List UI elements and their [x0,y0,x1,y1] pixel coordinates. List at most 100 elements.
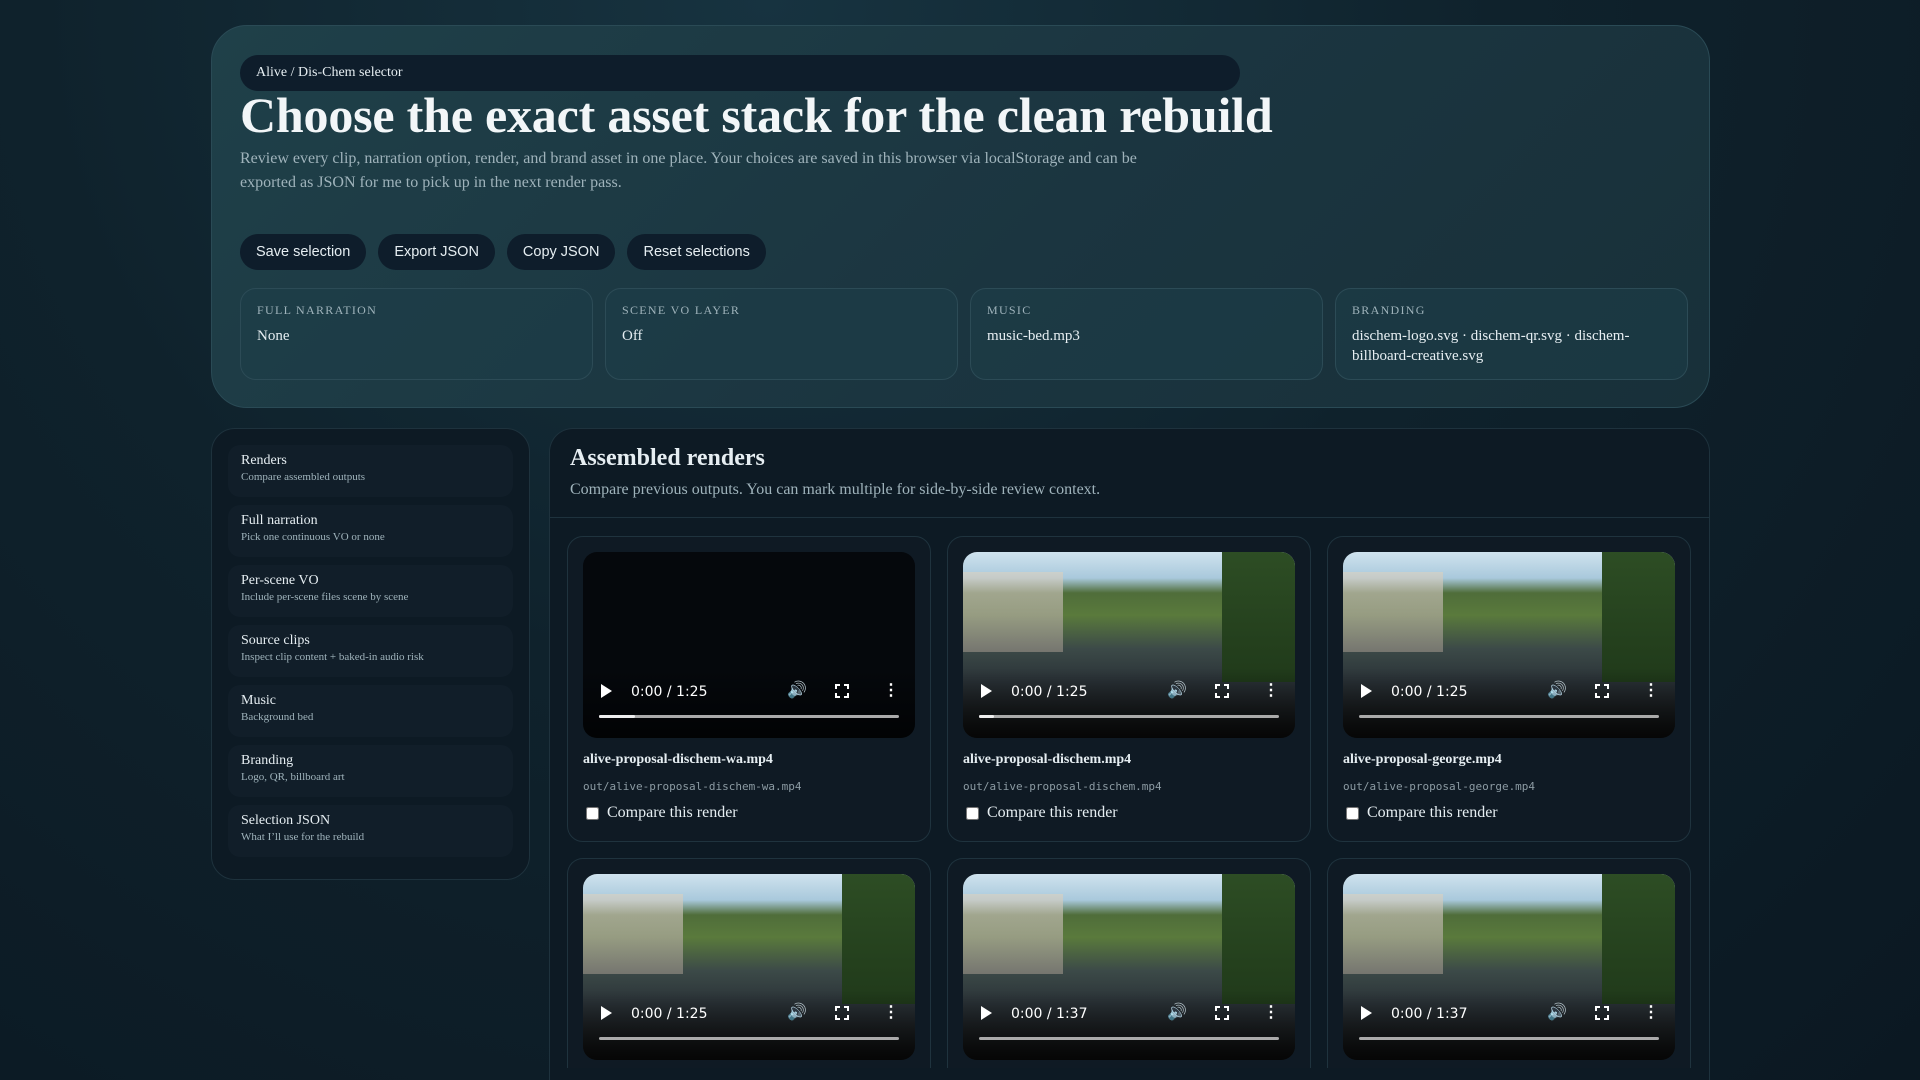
video-time: 0:00 / 1:25 [1391,684,1468,700]
video-player[interactable]: 0:00 / 1:25 🔊 ⋮ [1343,552,1675,738]
compare-checkbox-label[interactable]: Compare this render [583,804,915,822]
summary-music: Music music-bed.mp3 [970,288,1323,380]
sidebar-item-title: Source clips [241,633,310,648]
sidebar-item-subtitle: What I’ll use for the rebuild [241,831,365,843]
sidebar-item-title: Full narration [241,513,318,528]
summary-cards: Full narration None Scene VO layer Off Mus… [240,288,1688,380]
summary-value: None [257,328,290,344]
render-card: 0:00 / 1:37 🔊 ⋮ [947,858,1311,1068]
video-progress-bar[interactable] [1359,1037,1659,1040]
render-path: out/alive-proposal-dischem.mp4 [963,780,1162,793]
fullscreen-icon[interactable] [835,684,849,698]
video-progress-bar[interactable] [979,1037,1279,1040]
video-progress-bar[interactable] [1359,715,1659,718]
sidebar-item[interactable]: Branding Logo, QR, billboard art [228,745,513,797]
sidebar-item-subtitle: Include per-scene files scene by scene [241,591,409,603]
render-card: 0:00 / 1:25 🔊 ⋮ alive-proposal-dischem-w… [567,536,931,842]
sidebar-item[interactable]: Music Background bed [228,685,513,737]
sidebar-item-subtitle: Inspect clip content + baked-in audio ri… [241,651,424,663]
compare-checkbox[interactable] [966,806,979,820]
copy-json-button[interactable]: Copy JSON [506,234,616,270]
play-icon[interactable] [1361,684,1372,698]
volume-icon[interactable]: 🔊 [1167,1002,1187,1022]
fullscreen-icon[interactable] [1215,684,1229,698]
sidebar-item[interactable]: Source clips Inspect clip content + baked… [228,625,513,677]
video-player[interactable]: 0:00 / 1:37 🔊 ⋮ [963,874,1295,1060]
summary-label: Music [987,303,1032,317]
more-options-icon[interactable]: ⋮ [883,1002,899,1022]
play-icon[interactable] [981,1006,992,1020]
compare-checkbox[interactable] [1346,806,1359,820]
sidebar: Renders Compare assembled outputs Full nar… [211,428,530,880]
action-bar: Save selection Export JSON Copy JSON Res… [240,234,766,270]
video-progress-bar[interactable] [979,715,1279,718]
volume-icon[interactable]: 🔊 [787,1002,807,1022]
volume-icon[interactable]: 🔊 [1547,1002,1567,1022]
divider [550,517,1709,518]
sidebar-item[interactable]: Selection JSON What I’ll use for the rebu… [228,805,513,857]
play-icon[interactable] [1361,1006,1372,1020]
sidebar-item-title: Branding [241,753,294,768]
video-player[interactable]: 0:00 / 1:25 🔊 ⋮ [583,552,915,738]
render-card: 0:00 / 1:25 🔊 ⋮ alive-proposal-george.mp… [1327,536,1691,842]
video-controls [963,990,1295,1060]
render-card: 0:00 / 1:25 🔊 ⋮ [567,858,931,1068]
play-icon[interactable] [981,684,992,698]
more-options-icon[interactable]: ⋮ [1263,1002,1279,1022]
section-title: Assembled renders [570,445,765,471]
video-player[interactable]: 0:00 / 1:25 🔊 ⋮ [583,874,915,1060]
play-icon[interactable] [601,684,612,698]
sidebar-item-subtitle: Logo, QR, billboard art [241,771,345,783]
compare-checkbox-label[interactable]: Compare this render [1343,804,1675,822]
summary-value: dischem-logo.svg · dischem-qr.svg · disc… [1352,328,1630,364]
fullscreen-icon[interactable] [835,1006,849,1020]
render-grid: 0:00 / 1:25 🔊 ⋮ alive-proposal-dischem-w… [567,536,1691,1068]
volume-icon[interactable]: 🔊 [1167,680,1187,700]
video-time: 0:00 / 1:25 [631,1006,708,1022]
render-card: 0:00 / 1:37 🔊 ⋮ [1327,858,1691,1068]
sidebar-item-title: Music [241,693,276,708]
renders-panel: Assembled renders Compare previous outpu… [549,428,1710,1080]
summary-label: Branding [1352,303,1426,317]
compare-label: Compare this render [1367,804,1498,821]
export-json-button[interactable]: Export JSON [378,234,495,270]
render-card: 0:00 / 1:25 🔊 ⋮ alive-proposal-dischem.m… [947,536,1311,842]
sidebar-item-title: Per-scene VO [241,573,319,588]
sidebar-item[interactable]: Full narration Pick one continuous VO or … [228,505,513,557]
play-icon[interactable] [601,1006,612,1020]
video-progress-bar[interactable] [599,1037,899,1040]
video-controls [583,668,915,738]
volume-icon[interactable]: 🔊 [1547,680,1567,700]
summary-value: music-bed.mp3 [987,328,1080,344]
video-player[interactable]: 0:00 / 1:25 🔊 ⋮ [963,552,1295,738]
compare-checkbox[interactable] [586,806,599,820]
fullscreen-icon[interactable] [1595,684,1609,698]
compare-checkbox-label[interactable]: Compare this render [963,804,1295,822]
compare-label: Compare this render [607,804,738,821]
more-options-icon[interactable]: ⋮ [1263,680,1279,700]
reset-selections-button[interactable]: Reset selections [627,234,766,270]
video-progress-bar[interactable] [599,715,899,718]
sidebar-item[interactable]: Renders Compare assembled outputs [228,445,513,497]
compare-label: Compare this render [987,804,1118,821]
render-path: out/alive-proposal-george.mp4 [1343,780,1536,793]
volume-icon[interactable]: 🔊 [787,680,807,700]
render-filename: alive-proposal-george.mp4 [1343,752,1502,767]
fullscreen-icon[interactable] [1215,1006,1229,1020]
sidebar-item-title: Selection JSON [241,813,331,828]
summary-branding: Branding dischem-logo.svg · dischem-qr.sv… [1335,288,1688,380]
sidebar-item[interactable]: Per-scene VO Include per-scene files scen… [228,565,513,617]
save-selection-button[interactable]: Save selection [240,234,367,270]
fullscreen-icon[interactable] [1595,1006,1609,1020]
video-time: 0:00 / 1:37 [1011,1006,1088,1022]
section-subtitle: Compare previous outputs. You can mark m… [570,481,1101,498]
more-options-icon[interactable]: ⋮ [1643,1002,1659,1022]
more-options-icon[interactable]: ⋮ [1643,680,1659,700]
video-player[interactable]: 0:00 / 1:37 🔊 ⋮ [1343,874,1675,1060]
summary-value: Off [622,328,643,344]
more-options-icon[interactable]: ⋮ [883,680,899,700]
render-filename: alive-proposal-dischem-wa.mp4 [583,752,773,767]
page-title: Choose the exact asset stack for the cle… [240,87,1273,143]
video-controls [583,990,915,1060]
page-description: Review every clip, narration option, ren… [240,150,1137,191]
